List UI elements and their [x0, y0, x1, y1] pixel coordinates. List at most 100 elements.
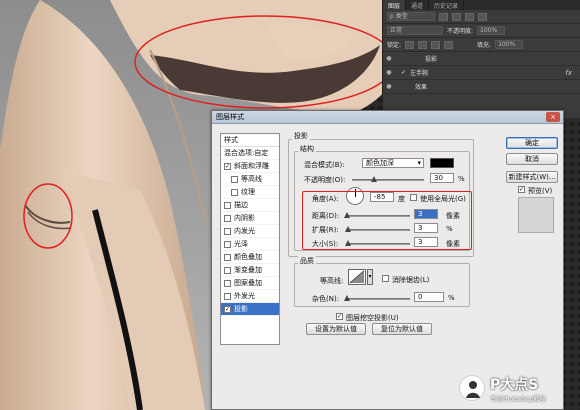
style-item-label: 描边 [234, 201, 248, 209]
style-checkbox[interactable] [224, 201, 231, 209]
new-style-button[interactable]: 新建样式(W)... [506, 171, 558, 183]
style-checkbox[interactable] [224, 279, 231, 287]
style-checkbox[interactable]: ✓ [224, 162, 231, 170]
quality-label: 品质 [298, 256, 316, 266]
section-title: 投影 [292, 131, 310, 141]
contour-dropdown-icon[interactable]: ▾ [367, 269, 373, 285]
preview-swatch [518, 197, 554, 233]
blend-mode-value: 颜色加深 [366, 159, 394, 167]
noise-slider-thumb[interactable] [344, 295, 350, 301]
watermark: P大点S 专注Photoshop教程 [459, 370, 577, 406]
preview-label: 预览(V) [528, 187, 553, 195]
filter-adjust-icon[interactable] [452, 12, 461, 21]
style-item[interactable]: 颜色叠加 [221, 251, 279, 264]
layer-row-shadow-effect[interactable]: ● 投影 [383, 52, 580, 66]
knockout-label: 图层挖空投影(U) [346, 314, 399, 322]
watermark-title: P大点S [490, 376, 539, 393]
layer-effects-label: 效果 [415, 84, 428, 91]
style-item[interactable]: 混合选项:自定 [221, 147, 279, 160]
knockout-checkbox[interactable]: ✓ [336, 313, 343, 320]
watermark-subtitle: 专注Photoshop教程 [490, 395, 546, 403]
set-default-button[interactable]: 设置为默认值 [306, 323, 366, 335]
style-checkbox[interactable] [224, 253, 231, 261]
style-item[interactable]: 光泽 [221, 238, 279, 251]
lock-image-icon[interactable] [418, 40, 428, 49]
style-item-label: 内发光 [234, 227, 255, 235]
style-item-label: 渐变叠加 [234, 266, 262, 274]
filter-type-icon[interactable] [465, 12, 474, 21]
style-item-label: 内阴影 [234, 214, 255, 222]
visibility-eye-icon[interactable]: ● [383, 69, 395, 76]
style-item[interactable]: 图案叠加 [221, 277, 279, 290]
opacity-input[interactable]: 30 [430, 173, 454, 183]
style-item[interactable]: 等高线 [221, 173, 279, 186]
structure-label: 结构 [298, 144, 316, 154]
layers-panel-tabs: 图层 通道 历史记录 [383, 0, 580, 10]
style-checkbox[interactable] [224, 292, 231, 300]
lock-position-icon[interactable] [431, 40, 441, 49]
visibility-eye-icon[interactable]: ● [383, 55, 395, 62]
noise-slider[interactable] [344, 295, 410, 301]
dialog-title: 图层样式 [212, 111, 563, 124]
chevron-down-icon: ▾ [417, 159, 421, 167]
preview-checkbox[interactable]: ✓ [518, 186, 525, 193]
style-checkbox[interactable] [224, 227, 231, 235]
style-checkbox[interactable] [231, 188, 238, 196]
lock-label: 锁定: [387, 42, 402, 49]
style-checkbox[interactable] [224, 214, 231, 222]
opacity-slider-thumb[interactable] [371, 176, 377, 182]
opacity-label: 不透明度(O): [304, 176, 346, 184]
visibility-eye-icon[interactable]: ● [383, 83, 395, 90]
layer-effect-label: 投影 [425, 56, 438, 63]
style-item[interactable]: 内阴影 [221, 212, 279, 225]
style-item[interactable]: 纹理 [221, 186, 279, 199]
tab-history[interactable]: 历史记录 [429, 0, 465, 10]
style-item[interactable]: 渐变叠加 [221, 264, 279, 277]
style-item[interactable]: 外发光 [221, 290, 279, 303]
blend-mode-label: 混合模式(B): [304, 161, 345, 169]
cancel-button[interactable]: 取消 [506, 153, 558, 165]
kind-filter-select[interactable]: p 类型 [387, 12, 435, 21]
opacity-percent: % [458, 175, 465, 183]
style-checkbox[interactable] [224, 266, 231, 274]
contour-preview[interactable] [348, 269, 366, 285]
layer-blend-mode-select[interactable]: 正常 [387, 26, 443, 35]
layers-panel: 图层 通道 历史记录 p 类型 正常 不透明度: 100% 锁定: 填充: 10… [382, 0, 580, 118]
noise-input[interactable]: 0 [414, 292, 444, 302]
style-checkbox[interactable] [224, 240, 231, 248]
style-item[interactable]: 内发光 [221, 225, 279, 238]
layer-opacity-label: 不透明度: [447, 28, 474, 35]
style-item-label: 斜面和浮雕 [234, 162, 269, 170]
blend-mode-select[interactable]: 颜色加深 ▾ [362, 158, 424, 168]
lock-all-icon[interactable] [444, 40, 454, 49]
reset-default-button[interactable]: 复位为默认值 [372, 323, 432, 335]
antialias-checkbox[interactable] [382, 275, 389, 282]
style-item-label: 颜色叠加 [234, 253, 262, 261]
style-item[interactable]: 描边 [221, 199, 279, 212]
tab-channels[interactable]: 通道 [406, 0, 430, 10]
layer-row-effects[interactable]: ● 效果 [383, 80, 580, 94]
filter-pixel-icon[interactable] [439, 12, 448, 21]
filter-shape-icon[interactable] [478, 12, 487, 21]
shadow-color-swatch[interactable] [430, 158, 454, 168]
opacity-slider[interactable] [352, 176, 424, 182]
annotation-rectangle [302, 191, 472, 250]
noise-percent: % [448, 294, 455, 302]
style-checkbox[interactable] [231, 175, 238, 183]
fx-icon[interactable]: fx [565, 69, 572, 77]
fill-field[interactable]: 100% [495, 40, 524, 49]
layer-opacity-field[interactable]: 100% [477, 26, 506, 35]
styles-header[interactable]: 样式 [221, 134, 279, 147]
close-button[interactable]: × [546, 112, 560, 122]
layer-style-dialog: 图层样式 × 样式 混合选项:自定 ✓ 斜面和浮雕 等高线 纹理 描边 内阴影 内发光 光泽 颜色… [211, 110, 564, 410]
contour-curve-icon [349, 270, 365, 284]
layer-row-left-wrist[interactable]: ● ✓ 左手腕 fx [383, 66, 580, 80]
blend-row: 正常 不透明度: 100% [383, 24, 580, 38]
logo-icon [459, 375, 485, 401]
lock-transparent-icon[interactable] [405, 40, 415, 49]
style-item[interactable]: ✓ 斜面和浮雕 [221, 160, 279, 173]
style-item[interactable]: ✓ 投影 [221, 303, 279, 316]
tab-layers[interactable]: 图层 [383, 0, 407, 10]
style-checkbox[interactable]: ✓ [224, 305, 231, 313]
ok-button[interactable]: 确定 [506, 137, 558, 149]
